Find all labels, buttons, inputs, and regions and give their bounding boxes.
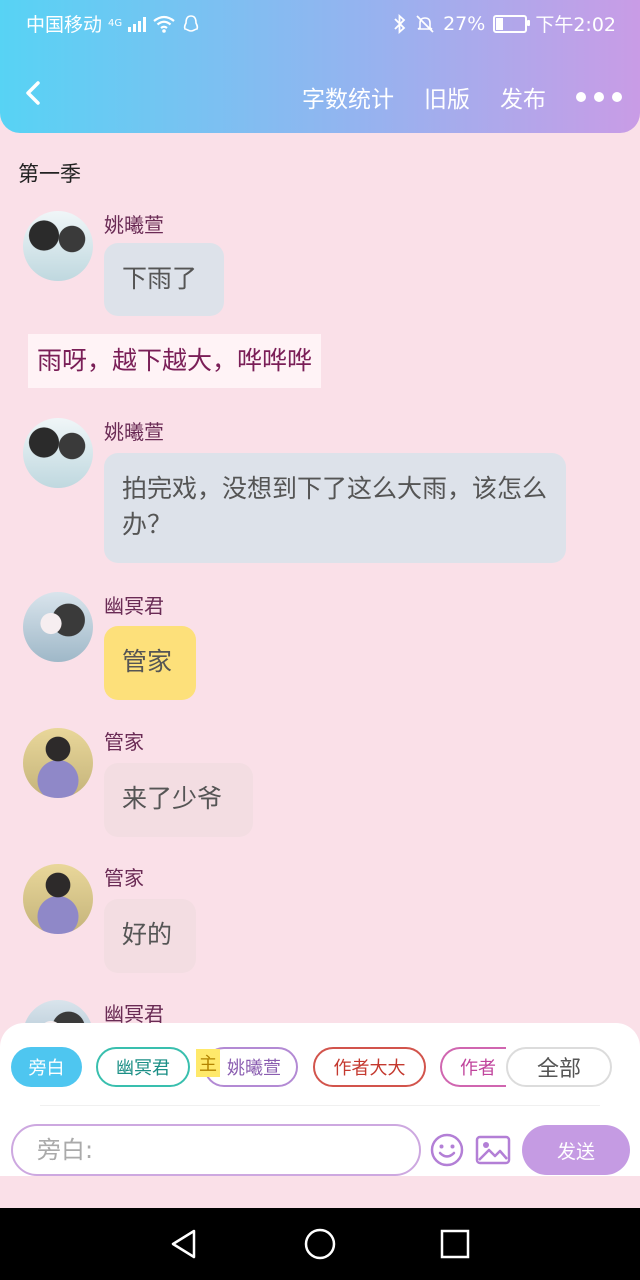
system-nav-bar: [0, 1208, 640, 1280]
avatar[interactable]: [23, 211, 93, 281]
message-bubble[interactable]: 好的: [104, 899, 196, 973]
qq-icon: [183, 14, 199, 32]
compose-panel: 旁白 幽冥君 姚曦萱 主 作者大大 作者 全部 旁白: 发送: [0, 1023, 640, 1176]
nav-bar: 字数统计 旧版 发布: [0, 70, 640, 122]
speaker-name: 姚曦萱: [104, 213, 164, 237]
carrier-label: 中国移动: [26, 14, 103, 36]
message-input[interactable]: 旁白:: [11, 1124, 421, 1176]
message-bubble[interactable]: 下雨了: [104, 243, 224, 316]
battery-icon: [493, 14, 531, 33]
wifi-icon: [153, 15, 175, 33]
old-version-button[interactable]: 旧版: [424, 80, 470, 114]
system-back-icon[interactable]: [166, 1226, 202, 1262]
avatar[interactable]: [23, 864, 93, 934]
emoji-icon[interactable]: [428, 1131, 466, 1169]
lead-role-mark: 主: [196, 1049, 220, 1077]
chip-youmingjun[interactable]: 幽冥君: [96, 1047, 190, 1087]
system-home-icon[interactable]: [302, 1226, 338, 1262]
clock: 下午2:02: [535, 14, 616, 36]
more-icon[interactable]: [576, 82, 622, 112]
avatar[interactable]: [23, 728, 93, 798]
speaker-name: 管家: [104, 866, 144, 890]
chip-author-boss[interactable]: 作者大大: [313, 1047, 426, 1087]
chip-all[interactable]: 全部: [506, 1047, 612, 1087]
back-arrow-icon[interactable]: [20, 78, 50, 108]
avatar[interactable]: [23, 418, 93, 488]
app-header: 中国移动 4G 27% 下午2:02 字数统计 旧版 发布: [0, 0, 640, 133]
chip-narrator[interactable]: 旁白: [11, 1047, 82, 1087]
battery-percent: 27%: [443, 12, 486, 35]
message-bubble[interactable]: 管家: [104, 626, 196, 700]
speaker-name: 幽冥君: [104, 1002, 164, 1023]
section-title: 第一季: [18, 162, 81, 186]
image-icon[interactable]: [474, 1131, 512, 1169]
word-count-button[interactable]: 字数统计: [302, 80, 394, 114]
system-recents-icon[interactable]: [437, 1226, 473, 1262]
bell-muted-icon: [416, 14, 434, 33]
send-button[interactable]: 发送: [522, 1125, 630, 1175]
role-chips: 旁白 幽冥君 姚曦萱 主 作者大大 作者 全部: [0, 1047, 640, 1091]
signal-icon: [128, 16, 147, 32]
narration-text[interactable]: 雨呀，越下越大，哗哗哗: [28, 334, 322, 388]
chip-author[interactable]: 作者: [440, 1047, 506, 1087]
avatar[interactable]: [23, 1000, 93, 1023]
speaker-name: 管家: [104, 730, 144, 754]
divider: [40, 1105, 600, 1106]
network-type: 4G: [108, 18, 123, 29]
speaker-name: 姚曦萱: [104, 420, 164, 444]
chat-area[interactable]: 第一季 姚曦萱 下雨了 雨呀，越下越大，哗哗哗 姚曦萱 拍完戏，没想到下了这么大…: [0, 133, 640, 1023]
avatar[interactable]: [23, 592, 93, 662]
bottom-spacer: [0, 1176, 640, 1208]
message-bubble[interactable]: 来了少爷: [104, 763, 253, 837]
bluetooth-icon: [394, 13, 406, 34]
publish-button[interactable]: 发布: [500, 80, 546, 114]
status-bar: 中国移动 4G 27% 下午2:02: [0, 0, 640, 44]
message-bubble[interactable]: 拍完戏，没想到下了这么大雨，该怎么办？: [104, 453, 566, 563]
speaker-name: 幽冥君: [104, 594, 164, 618]
